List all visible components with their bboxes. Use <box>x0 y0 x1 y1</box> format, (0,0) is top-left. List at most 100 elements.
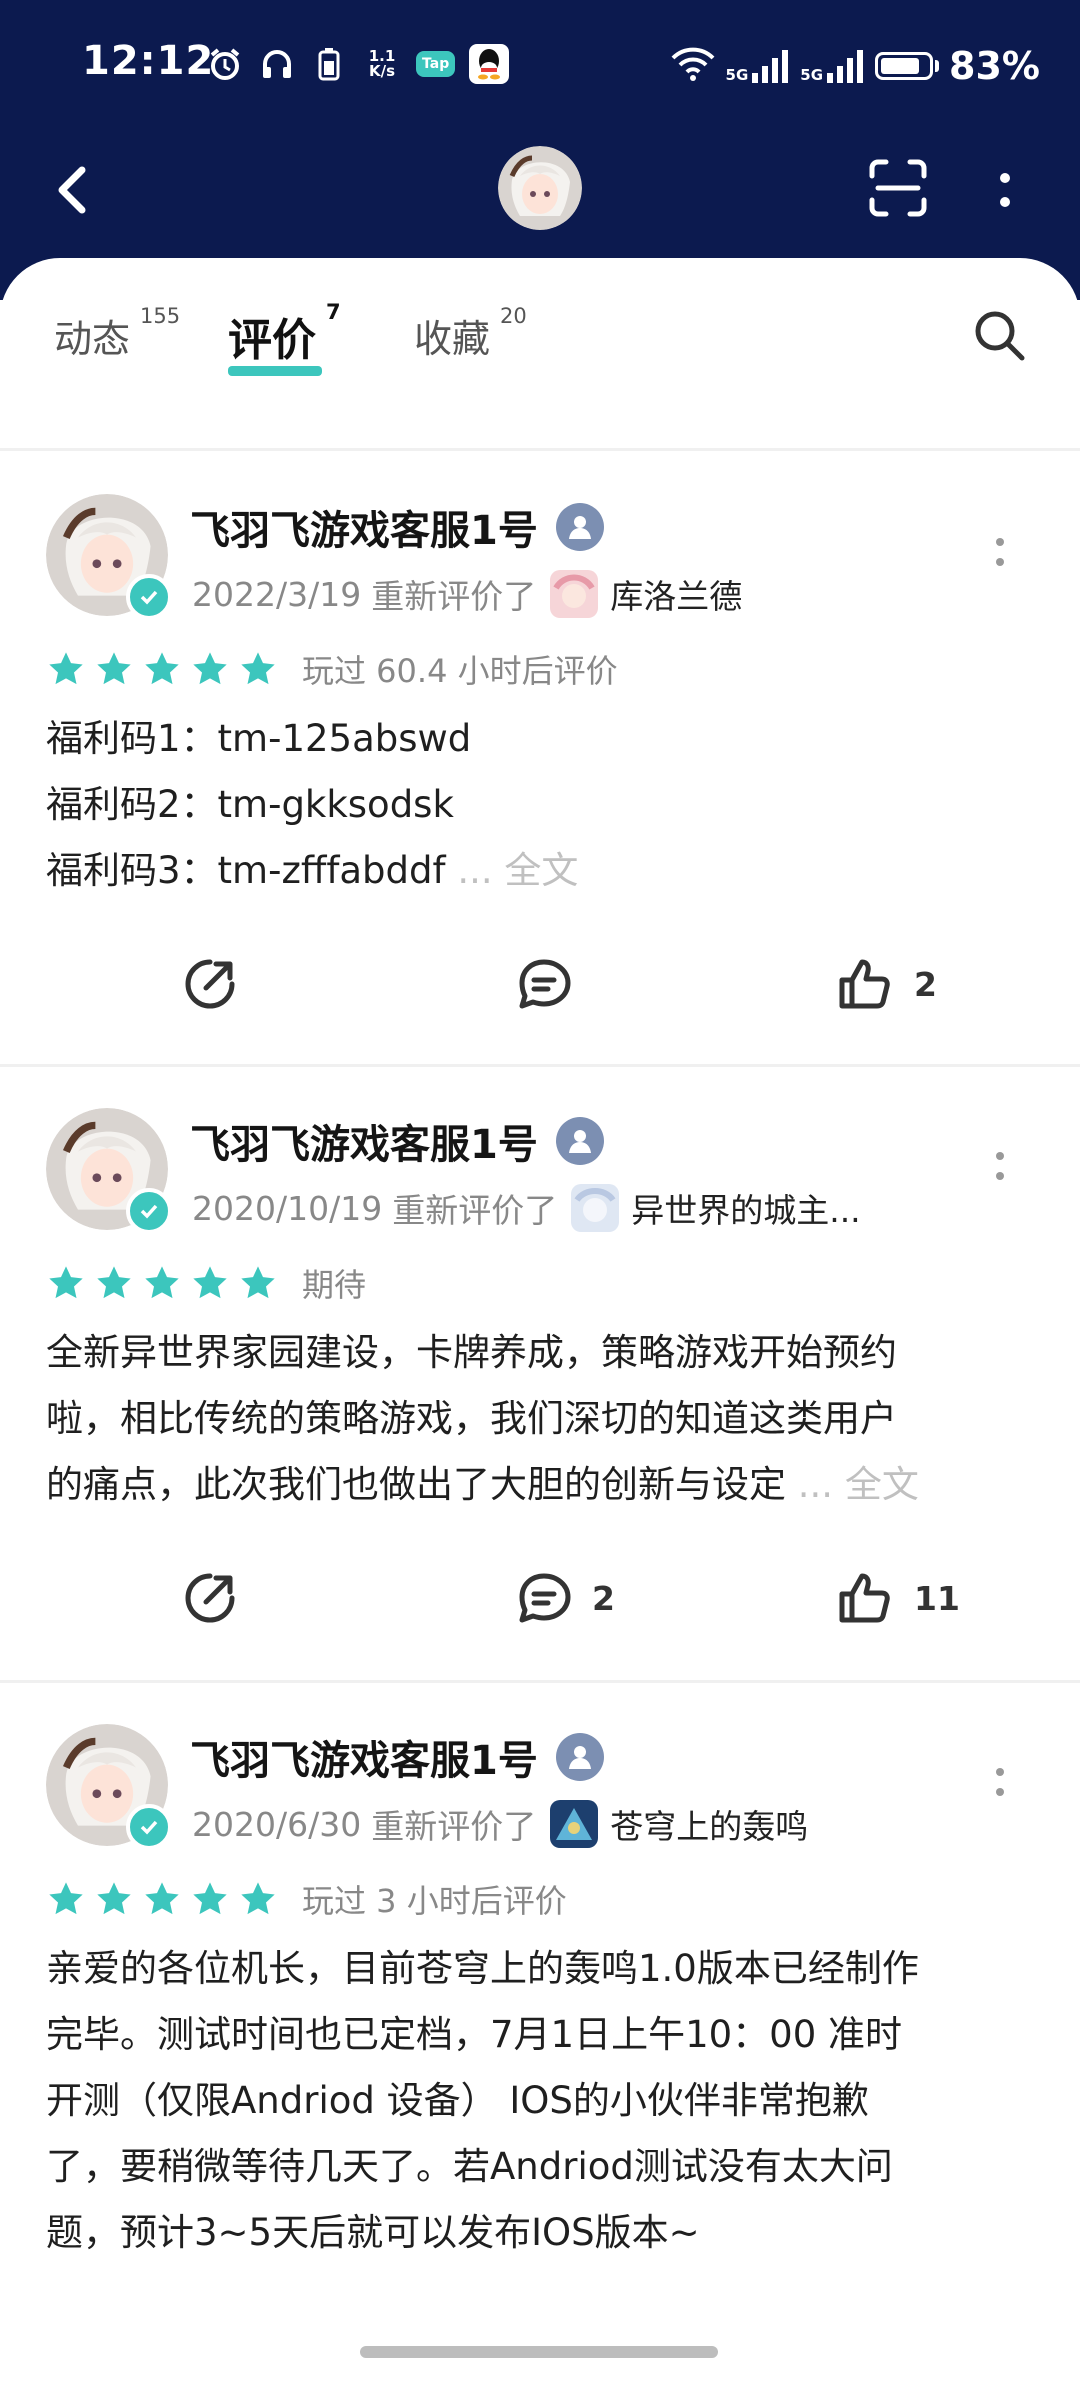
comment-icon <box>519 1573 571 1623</box>
comment-button[interactable]: 2 <box>514 1568 615 1628</box>
comment-count: 2 <box>592 1578 615 1618</box>
level-badge-icon <box>555 1117 604 1165</box>
scan-button[interactable] <box>868 158 928 218</box>
star-icon <box>145 1266 179 1299</box>
review-date: 2020/10/19 <box>192 1188 383 1228</box>
review-body[interactable]: 亲爱的各位机长，目前苍穹上的轰鸣1.0版本已经制作 完毕。测试时间也已定档，7月… <box>46 1936 1036 2266</box>
user-avatar[interactable] <box>46 494 172 620</box>
signal-1-label: 5G <box>725 66 749 84</box>
review-date: 2020/6/30 <box>192 1804 362 1844</box>
star-icon <box>241 1266 275 1299</box>
review-actions: 2 11 <box>0 1568 1080 1648</box>
alarm-icon <box>206 45 244 83</box>
wifi-icon <box>670 46 716 86</box>
ellipsis: ... <box>457 849 493 892</box>
review-body[interactable]: 全新异世界家园建设，卡牌养成，策略游戏开始预约 啦，相比传统的策略游戏，我们深切… <box>46 1320 1036 1518</box>
tab-posts-label: 动态 <box>54 317 131 361</box>
star-rating <box>46 1879 278 1919</box>
comment-button[interactable] <box>514 954 574 1014</box>
verified-icon <box>126 574 172 620</box>
star-icon <box>193 652 227 685</box>
star-icon <box>193 1266 227 1299</box>
review-action: 重新评价了 <box>371 577 537 616</box>
star-rating <box>46 1263 278 1303</box>
game-name[interactable]: 库洛兰德 <box>610 570 742 618</box>
thumbs-up-icon <box>839 1573 890 1623</box>
tab-active-indicator <box>228 366 322 376</box>
full-text-link[interactable]: 全文 <box>504 849 578 892</box>
game-icon[interactable] <box>571 1184 620 1232</box>
review-rating: 玩过 60.4 小时后评价 <box>46 646 618 692</box>
tab-bar: 动态 155 评价 7 收藏 20 <box>0 258 1080 448</box>
divider <box>0 1680 1080 1683</box>
review-meta: 2020/6/30 重新评价了 苍穹上的轰鸣 <box>192 1800 808 1848</box>
username-text: 飞羽飞游戏客服1号 <box>190 1122 538 1168</box>
status-right: 5G 5G 83% <box>670 44 1040 88</box>
like-button[interactable]: 2 <box>836 954 937 1014</box>
review-line-text: 的痛点，此次我们也做出了大胆的创新与设定 <box>46 1463 786 1506</box>
net-speed-unit: K/s <box>368 62 396 80</box>
share-icon <box>185 959 235 1009</box>
full-text-link[interactable]: 全文 <box>845 1463 919 1506</box>
status-time: 12:12 <box>82 38 215 84</box>
review-action: 重新评价了 <box>371 1807 537 1846</box>
user-avatar[interactable] <box>46 1724 172 1850</box>
signal-2-label: 5G <box>800 66 824 84</box>
review-meta: 2020/10/19 重新评价了 异世界的城主... <box>192 1184 861 1232</box>
tab-reviews[interactable]: 评价 7 <box>228 300 341 368</box>
share-button[interactable] <box>180 1568 240 1628</box>
star-icon <box>145 1882 179 1915</box>
review-card[interactable]: 飞羽飞游戏客服1号 2022/3/19 重新评价了 库洛兰德 玩过 60.4 小… <box>0 454 1080 1064</box>
tab-posts-count: 155 <box>140 304 181 328</box>
like-count: 2 <box>914 964 937 1004</box>
review-line: 的痛点，此次我们也做出了大胆的创新与设定 ... 全文 <box>46 1452 1036 1518</box>
review-more-button[interactable] <box>990 1136 1010 1196</box>
divider <box>0 448 1080 451</box>
review-line: 福利码2：tm-gkksodsk <box>46 783 454 826</box>
verified-icon <box>126 1188 172 1234</box>
review-more-button[interactable] <box>990 522 1010 582</box>
signal-2-icon: 5G <box>800 49 865 83</box>
top-nav <box>0 130 1080 260</box>
review-username[interactable]: 飞羽飞游戏客服1号 <box>190 498 604 556</box>
battery-percent: 83% <box>949 44 1040 88</box>
profile-avatar[interactable] <box>498 146 582 230</box>
user-avatar[interactable] <box>46 1108 172 1234</box>
review-card[interactable]: 飞羽飞游戏客服1号 2020/6/30 重新评价了 苍穹上的轰鸣 玩过 3 小时… <box>0 1684 1080 2324</box>
username-text: 飞羽飞游戏客服1号 <box>190 1738 538 1784</box>
review-username[interactable]: 飞羽飞游戏客服1号 <box>190 1728 604 1786</box>
status-icons: 1.1 K/s Tap <box>206 44 510 84</box>
tab-favorites-count: 20 <box>500 304 527 328</box>
star-icon <box>241 1882 275 1915</box>
review-line: 开测（仅限Andriod 设备） IOS的小伙伴非常抱歉 <box>46 2079 869 2122</box>
like-button[interactable]: 11 <box>836 1568 960 1628</box>
tab-favorites-label: 收藏 <box>414 317 491 361</box>
review-line: 全新异世界家园建设，卡牌养成，策略游戏开始预约 <box>46 1331 897 1374</box>
status-bar: 12:12 1.1 K/s Tap 5G 5G 83% <box>0 0 1080 130</box>
more-options-button[interactable] <box>990 160 1020 220</box>
game-name[interactable]: 异世界的城主... <box>631 1184 860 1232</box>
level-badge-icon <box>555 503 604 551</box>
review-body[interactable]: 福利码1：tm-125abswd 福利码2：tm-gkksodsk 福利码3：t… <box>46 706 1036 904</box>
signal-1-icon: 5G <box>726 49 791 83</box>
game-name[interactable]: 苍穹上的轰鸣 <box>610 1800 808 1848</box>
tab-posts[interactable]: 动态 155 <box>54 304 180 363</box>
star-icon <box>49 1882 83 1915</box>
search-button[interactable] <box>970 306 1030 366</box>
game-icon[interactable] <box>550 570 599 618</box>
review-line: 题，预计3~5天后就可以发布IOS版本~ <box>46 2211 700 2254</box>
review-username[interactable]: 飞羽飞游戏客服1号 <box>190 1112 604 1170</box>
back-button[interactable] <box>48 160 98 220</box>
review-card[interactable]: 飞羽飞游戏客服1号 2020/10/19 重新评价了 异世界的城主... 期待 … <box>0 1068 1080 1680</box>
tab-favorites[interactable]: 收藏 20 <box>414 304 527 363</box>
tap-app-icon: Tap <box>416 51 456 77</box>
review-more-button[interactable] <box>990 1752 1010 1812</box>
net-speed: 1.1 K/s <box>362 45 402 83</box>
star-icon <box>241 652 275 685</box>
share-button[interactable] <box>180 954 240 1014</box>
star-icon <box>97 1882 131 1915</box>
game-icon[interactable] <box>550 1800 599 1848</box>
home-indicator[interactable] <box>360 2346 718 2358</box>
share-icon <box>185 1573 235 1623</box>
review-line: 啦，相比传统的策略游戏，我们深切的知道这类用户 <box>46 1397 897 1440</box>
